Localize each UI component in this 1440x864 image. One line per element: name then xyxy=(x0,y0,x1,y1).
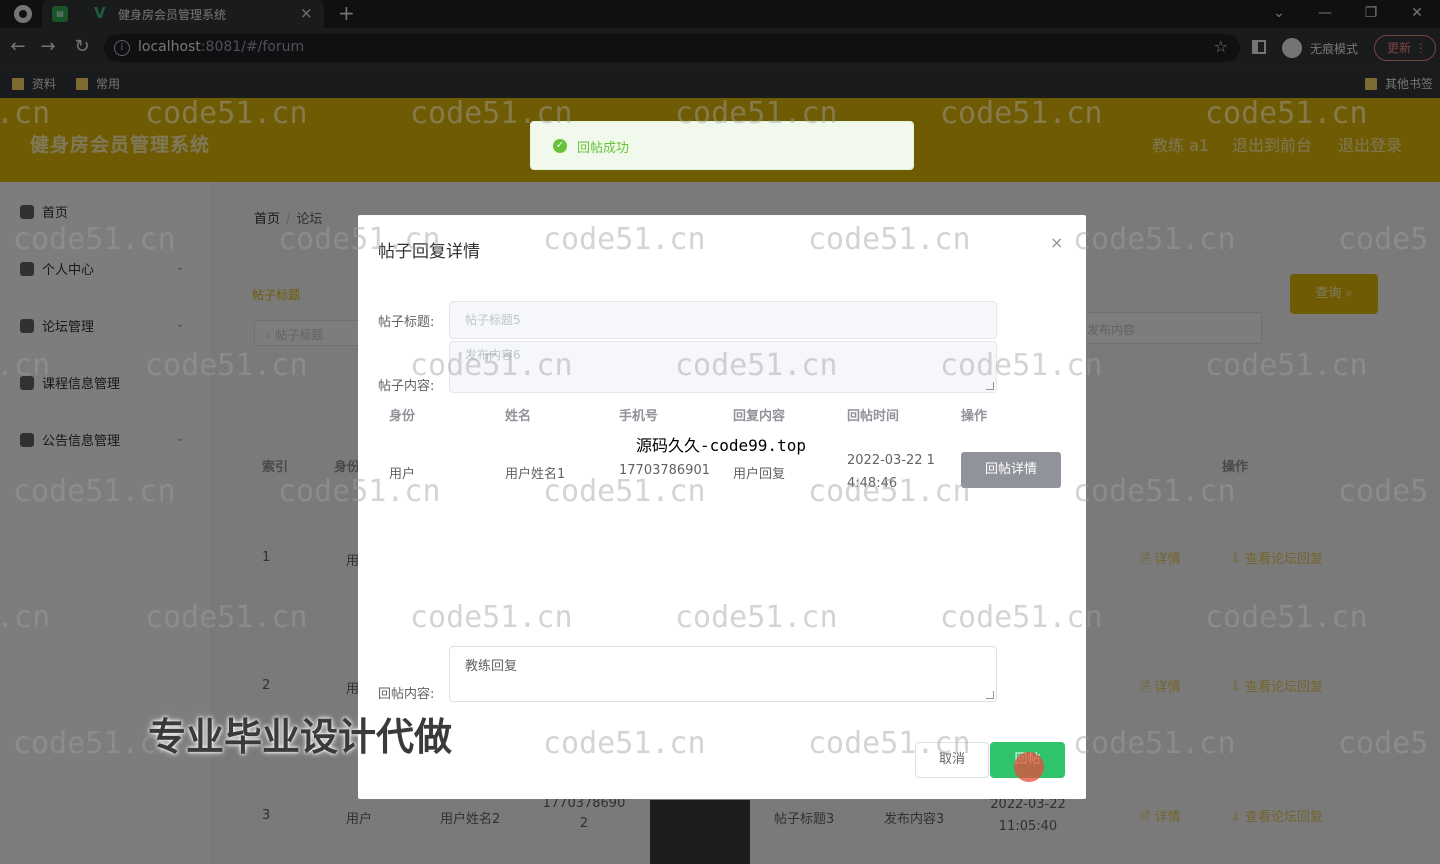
click-indicator xyxy=(1014,752,1044,782)
watermark: code51.cn xyxy=(675,96,838,131)
watermark: .cn xyxy=(0,96,51,131)
watermark: code51.cn xyxy=(1205,600,1368,635)
post-title-label: 帖子标题: xyxy=(378,315,435,330)
post-title-field: 帖子标题5 xyxy=(449,301,997,339)
watermark: code51.cn xyxy=(1205,348,1368,383)
watermark: code51.cn xyxy=(808,222,971,257)
reply-content-textarea[interactable]: 教练回复 xyxy=(449,646,997,702)
watermark: code51.cn xyxy=(13,474,176,509)
watermark: code5 xyxy=(1338,474,1429,509)
column-header: 身份 xyxy=(389,409,416,424)
watermark: code51.cn xyxy=(675,348,838,383)
watermark: code51.cn xyxy=(1073,222,1236,257)
watermark: code51.cn xyxy=(543,474,706,509)
watermark: code5 xyxy=(1338,726,1429,761)
column-header: 回帖时间 xyxy=(847,409,900,424)
column-header: 姓名 xyxy=(505,409,532,424)
watermark: code51.cn xyxy=(410,96,573,131)
watermark: code51.cn xyxy=(278,222,441,257)
watermark: code51.cn xyxy=(808,474,971,509)
watermark: code51.cn xyxy=(410,600,573,635)
reply-content-label: 回帖内容: xyxy=(378,687,435,702)
column-header: 回复内容 xyxy=(733,409,786,424)
watermark: code51.cn xyxy=(940,600,1103,635)
watermark: code51.cn xyxy=(940,348,1103,383)
reply-detail-dialog: 帖子回复详情 × 帖子标题: 帖子标题5 帖子内容: 发布内容6 身份 姓名 手… xyxy=(358,215,1086,799)
watermark: code51.cn xyxy=(13,222,176,257)
watermark: code5 xyxy=(1338,222,1429,257)
resize-handle-icon[interactable] xyxy=(986,691,994,699)
reply-content: 用户回复 xyxy=(733,467,786,482)
watermark: code51.cn xyxy=(543,222,706,257)
column-header: 操作 xyxy=(961,409,988,424)
column-header: 手机号 xyxy=(619,409,659,424)
watermark: .cn xyxy=(0,348,51,383)
reply-detail-button[interactable]: 回帖详情 xyxy=(961,452,1061,488)
watermark: code51.cn xyxy=(145,348,308,383)
watermark: .cn xyxy=(0,600,51,635)
resize-handle-icon[interactable] xyxy=(986,382,994,390)
watermark: code51.cn xyxy=(278,474,441,509)
watermark: code51.cn xyxy=(1205,96,1368,131)
toast-message: 回帖成功 xyxy=(577,141,630,156)
site-banner-text: 源码久久-code99.top xyxy=(636,436,806,455)
watermark: code51.cn xyxy=(145,600,308,635)
check-circle-icon: ✓ xyxy=(553,139,567,153)
watermark: code51.cn xyxy=(145,96,308,131)
watermark: code51.cn xyxy=(410,348,573,383)
promo-text: 专业毕业设计代做 xyxy=(148,715,453,759)
watermark: code51.cn xyxy=(940,96,1103,131)
watermark: code51.cn xyxy=(1073,474,1236,509)
close-icon[interactable]: × xyxy=(1050,233,1063,252)
watermark: code51.cn xyxy=(675,600,838,635)
watermark: code51.cn xyxy=(543,726,706,761)
watermark: code51.cn xyxy=(808,726,971,761)
watermark: code51.cn xyxy=(1073,726,1236,761)
